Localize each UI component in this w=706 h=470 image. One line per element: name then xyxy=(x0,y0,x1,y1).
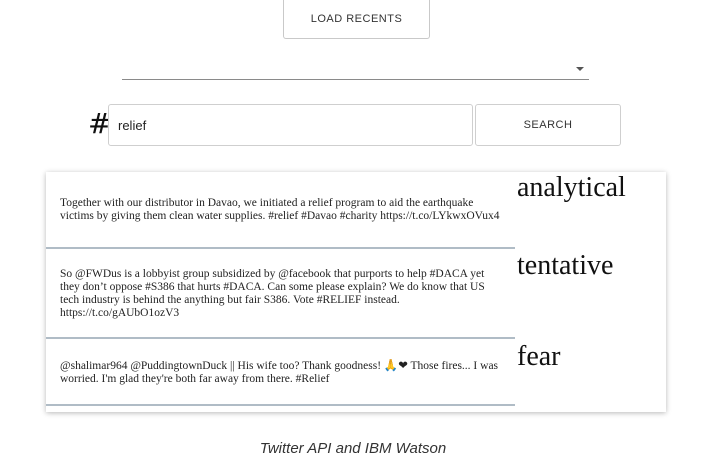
results-panel: Together with our distributor in Davao, … xyxy=(46,172,666,412)
tone-label: analytical xyxy=(517,172,626,203)
caption: Twitter API and IBM Watson xyxy=(259,440,447,457)
tweet-text: @shalimar964 @PuddingtownDuck || His wif… xyxy=(60,359,499,385)
tweet-text: So @FWDus is a lobbyist group subsidized… xyxy=(60,268,485,319)
tone-label: tentative xyxy=(517,250,614,281)
tweet-card: Together with our distributor in Davao, … xyxy=(46,172,515,249)
search-input[interactable] xyxy=(108,104,473,146)
load-recents-button[interactable]: LOAD RECENTS xyxy=(283,0,430,39)
tweet-card: @shalimar964 @PuddingtownDuck || His wif… xyxy=(46,341,515,406)
dropdown-arrow-icon[interactable] xyxy=(576,67,584,71)
search-button[interactable]: SEARCH xyxy=(475,104,621,146)
tweet-text: Together with our distributor in Davao, … xyxy=(60,196,500,222)
hashtag-select[interactable] xyxy=(122,79,589,80)
tweet-card: So @FWDus is a lobbyist group subsidized… xyxy=(46,251,515,339)
tone-label: fear xyxy=(517,341,561,372)
